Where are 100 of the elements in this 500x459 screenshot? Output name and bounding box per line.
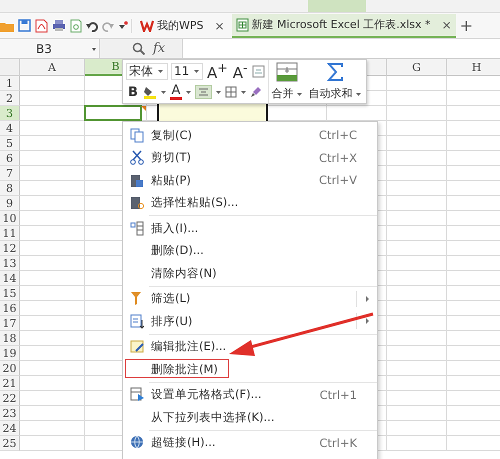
cell[interactable]: [387, 151, 447, 166]
row-header[interactable]: 4: [0, 121, 20, 136]
row-header[interactable]: 12: [0, 241, 20, 256]
cell[interactable]: [20, 166, 85, 181]
merge-button[interactable]: 合并: [268, 60, 306, 103]
row-header[interactable]: 21: [0, 376, 20, 391]
cell[interactable]: [387, 361, 447, 376]
cell[interactable]: [387, 301, 447, 316]
cell[interactable]: [20, 241, 85, 256]
cell[interactable]: [20, 406, 85, 421]
cell[interactable]: [20, 436, 85, 451]
cell[interactable]: [20, 76, 85, 91]
row-header[interactable]: 14: [0, 271, 20, 286]
row-header[interactable]: 13: [0, 256, 20, 271]
menu-item[interactable]: 筛选(L): [123, 288, 377, 310]
cell[interactable]: [387, 211, 447, 226]
cell[interactable]: [387, 91, 447, 106]
column-header[interactable]: A: [20, 59, 85, 76]
column-header[interactable]: G: [387, 59, 447, 76]
row-header[interactable]: 24: [0, 421, 20, 436]
row-header[interactable]: 22: [0, 391, 20, 406]
cell[interactable]: [387, 136, 447, 151]
cell[interactable]: [20, 226, 85, 241]
cell[interactable]: [387, 76, 447, 91]
cell[interactable]: [387, 121, 447, 136]
close-tab-button[interactable]: ×: [214, 18, 225, 32]
cell[interactable]: [387, 181, 447, 196]
menu-item[interactable]: 清除内容(N): [123, 262, 377, 284]
cell[interactable]: [387, 391, 447, 406]
cell[interactable]: [20, 316, 85, 331]
cell[interactable]: [20, 301, 85, 316]
select-all-corner[interactable]: [0, 59, 20, 76]
row-header[interactable]: 18: [0, 331, 20, 346]
cell[interactable]: [387, 196, 447, 211]
row-header[interactable]: 8: [0, 181, 20, 196]
cell[interactable]: [387, 346, 447, 361]
menu-item[interactable]: 设置单元格格式(F)... Ctrl+1: [123, 384, 377, 406]
row-header[interactable]: 9: [0, 196, 20, 211]
cell[interactable]: [387, 166, 447, 181]
cell[interactable]: [387, 316, 447, 331]
menu-item[interactable]: 插入(I)...: [123, 217, 377, 240]
row-header[interactable]: 16: [0, 301, 20, 316]
cell[interactable]: [387, 436, 447, 451]
menu-item[interactable]: 剪切(T) Ctrl+X: [123, 146, 377, 169]
name-box[interactable]: B3: [0, 39, 100, 58]
menu-item[interactable]: 选择性粘贴(S)...: [123, 192, 377, 214]
new-tab-button[interactable]: +: [460, 16, 474, 35]
cell[interactable]: [387, 286, 447, 301]
cell[interactable]: [20, 121, 85, 136]
cell[interactable]: [20, 331, 85, 346]
cell[interactable]: [387, 256, 447, 271]
formula-input[interactable]: [182, 39, 500, 58]
row-header[interactable]: 10: [0, 211, 20, 226]
shrink-font-button[interactable]: A$^{-}$: [232, 60, 249, 82]
row-header[interactable]: 11: [0, 226, 20, 241]
row-header[interactable]: 7: [0, 166, 20, 181]
cell[interactable]: [20, 376, 85, 391]
align-button[interactable]: [194, 85, 212, 99]
row-header[interactable]: 23: [0, 406, 20, 421]
close-tab-button[interactable]: ×: [442, 18, 452, 32]
menu-item[interactable]: 粘贴(P) Ctrl+V: [123, 169, 377, 192]
cell[interactable]: [20, 256, 85, 271]
cell[interactable]: [20, 271, 85, 286]
cell[interactable]: [20, 286, 85, 301]
cell[interactable]: [387, 271, 447, 286]
cell[interactable]: [20, 361, 85, 376]
row-header[interactable]: 15: [0, 286, 20, 301]
cell[interactable]: [387, 226, 447, 241]
row-header[interactable]: 25: [0, 436, 20, 451]
function-button[interactable]: fx: [153, 41, 166, 56]
row-header[interactable]: 3: [0, 106, 20, 121]
font-select[interactable]: 宋体: [126, 62, 168, 80]
cell[interactable]: [20, 151, 85, 166]
cell[interactable]: [20, 196, 85, 211]
bold-button[interactable]: B: [126, 84, 140, 100]
cell[interactable]: [387, 106, 447, 121]
row-header[interactable]: 1: [0, 76, 20, 91]
row-header[interactable]: 17: [0, 316, 20, 331]
cell[interactable]: [20, 346, 85, 361]
tab[interactable]: 我的WPS ×: [136, 14, 229, 38]
cell[interactable]: [387, 241, 447, 256]
cell[interactable]: [387, 376, 447, 391]
column-header[interactable]: H: [447, 59, 500, 76]
menu-item[interactable]: 删除(D)...: [123, 240, 377, 262]
menu-item[interactable]: 复制(C) Ctrl+C: [123, 124, 377, 146]
cell[interactable]: [20, 391, 85, 406]
grow-font-button[interactable]: A$^{+}$: [206, 60, 229, 82]
tab[interactable]: 新建 Microsoft Excel 工作表.xlsx * ×: [232, 14, 456, 38]
autosum-button[interactable]: 自动求和: [306, 60, 365, 103]
row-header[interactable]: 6: [0, 151, 20, 166]
font-color-button[interactable]: A: [170, 84, 182, 100]
cell[interactable]: [20, 211, 85, 226]
cell[interactable]: [20, 421, 85, 436]
cell[interactable]: [387, 331, 447, 346]
menu-item[interactable]: 删除批注(M): [123, 358, 377, 380]
cell[interactable]: [387, 421, 447, 436]
cell[interactable]: [20, 136, 85, 151]
cell[interactable]: [387, 406, 447, 421]
row-header[interactable]: 2: [0, 91, 20, 106]
font-size-select[interactable]: 11: [171, 62, 203, 80]
